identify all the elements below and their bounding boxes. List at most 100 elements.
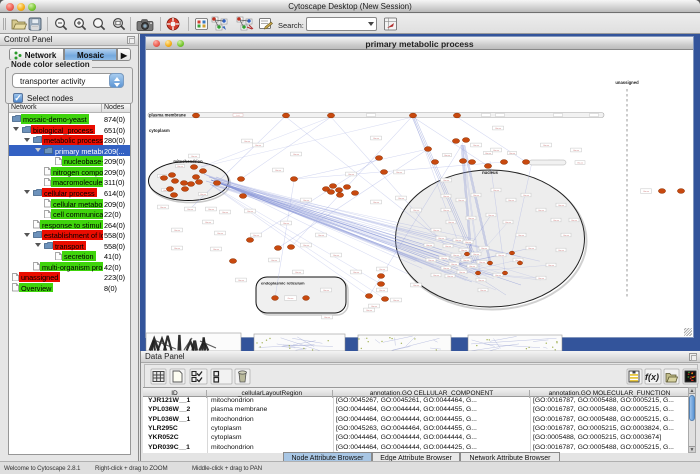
- svg-text:Gx-xx: Gx-xx: [523, 195, 530, 197]
- svg-text:Gx-xx: Gx-xx: [396, 172, 403, 174]
- svg-text:Gx-xx: Gx-xx: [366, 310, 373, 312]
- svg-text:Gx-xx: Gx-xx: [480, 290, 487, 292]
- svg-text:nucleus: nucleus: [482, 170, 498, 175]
- svg-text:Gx-xx: Gx-xx: [443, 210, 450, 212]
- svg-text:Gx-xx: Gx-xx: [577, 162, 584, 164]
- svg-text:Gx-xx: Gx-xx: [191, 156, 198, 158]
- svg-text:Gx-xx: Gx-xx: [571, 220, 578, 222]
- svg-text:Gx-xx: Gx-xx: [443, 196, 450, 198]
- svg-text:Gx-xx: Gx-xx: [558, 250, 565, 252]
- svg-text:Gx-xx: Gx-xx: [426, 245, 433, 247]
- svg-text:Gx-xx: Gx-xx: [187, 209, 194, 211]
- svg-text:Gx-xx: Gx-xx: [538, 278, 545, 280]
- svg-text:Gx-xx: Gx-xx: [271, 260, 278, 262]
- svg-text:Gx-xx: Gx-xx: [459, 272, 466, 274]
- svg-text:Gx-xx: Gx-xx: [473, 254, 480, 256]
- svg-text:Gx-xx: Gx-xx: [509, 153, 516, 155]
- svg-text:Gx-xx: Gx-xx: [451, 264, 458, 266]
- svg-text:Gx-xx: Gx-xx: [295, 272, 302, 274]
- svg-text:Gx-xx: Gx-xx: [379, 290, 386, 292]
- svg-text:Gx-xx: Gx-xx: [443, 180, 450, 182]
- svg-text:Gx-xx: Gx-xx: [333, 255, 340, 257]
- svg-text:Gx-xx: Gx-xx: [455, 240, 462, 242]
- svg-text:Gx-xx: Gx-xx: [505, 222, 512, 224]
- svg-text:Gx-xx: Gx-xx: [293, 154, 300, 156]
- svg-text:Gx-xx: Gx-xx: [303, 200, 310, 202]
- svg-text:Gx-xx: Gx-xx: [441, 258, 448, 260]
- svg-text:Gx-xx: Gx-xx: [200, 194, 207, 196]
- svg-text:Gx-xx: Gx-xx: [174, 230, 181, 232]
- svg-text:Gx-xx: Gx-xx: [373, 202, 380, 204]
- svg-text:Gx-xx: Gx-xx: [379, 269, 386, 271]
- svg-text:Gx-xx: Gx-xx: [213, 249, 220, 251]
- svg-text:Gx-xx: Gx-xx: [473, 145, 480, 147]
- svg-text:Gx-xx: Gx-xx: [433, 275, 440, 277]
- svg-text:Gx-xx: Gx-xx: [493, 150, 500, 152]
- svg-text:Gx-xx: Gx-xx: [433, 230, 440, 232]
- svg-text:Gx-xx: Gx-xx: [160, 207, 167, 209]
- svg-text:Gx-xx: Gx-xx: [465, 242, 472, 244]
- svg-text:Gx-xx: Gx-xx: [373, 138, 380, 140]
- svg-text:Gx-xx: Gx-xx: [428, 260, 435, 262]
- svg-text:Gx-xx: Gx-xx: [244, 141, 251, 143]
- svg-text:Gx-xx: Gx-xx: [255, 145, 262, 147]
- svg-text:Gx-xx: Gx-xx: [478, 280, 485, 282]
- svg-text:Gx-xx: Gx-xx: [445, 246, 452, 248]
- svg-text:Gx-xx: Gx-xx: [495, 275, 502, 277]
- svg-text:Gx-xx: Gx-xx: [303, 245, 310, 247]
- svg-text:Gx-xx: Gx-xx: [177, 166, 184, 168]
- svg-text:cytoplasm: cytoplasm: [149, 128, 170, 133]
- svg-text:unassigned: unassigned: [615, 80, 639, 85]
- svg-text:Gx-xx: Gx-xx: [288, 298, 295, 300]
- svg-text:Gx-xx: Gx-xx: [458, 200, 465, 202]
- svg-text:Gx-xx: Gx-xx: [543, 145, 550, 147]
- svg-text:Gx-xx: Gx-xx: [473, 195, 480, 197]
- svg-text:Gx-xx: Gx-xx: [413, 210, 420, 212]
- svg-text:Gx-xx: Gx-xx: [548, 265, 555, 267]
- svg-text:Gx-xx: Gx-xx: [453, 255, 460, 257]
- svg-text:Gx-xx: Gx-xx: [238, 280, 245, 282]
- svg-text:Gx-xx: Gx-xx: [558, 205, 565, 207]
- svg-text:Gx-xx: Gx-xx: [247, 211, 254, 213]
- svg-text:Gx-xx: Gx-xx: [324, 317, 331, 319]
- svg-text:Gx-xx: Gx-xx: [398, 198, 405, 200]
- svg-text:Gx-xx: Gx-xx: [469, 266, 476, 268]
- svg-text:Gx-xx: Gx-xx: [468, 218, 475, 220]
- svg-text:Gx-xx: Gx-xx: [413, 285, 420, 287]
- svg-text:Gx-xx: Gx-xx: [174, 248, 181, 250]
- svg-text:Gx-xx: Gx-xx: [283, 223, 290, 225]
- svg-text:Gx-xx: Gx-xx: [643, 191, 650, 193]
- svg-text:Gx-xx: Gx-xx: [205, 222, 212, 224]
- svg-text:Gx-xx: Gx-xx: [371, 306, 378, 308]
- svg-text:Gx-xx: Gx-xx: [488, 215, 495, 217]
- svg-text:Gx-xx: Gx-xx: [573, 150, 580, 152]
- svg-text:Gx-xx: Gx-xx: [563, 235, 570, 237]
- svg-text:Gx-xx: Gx-xx: [348, 174, 355, 176]
- svg-text:Gx-xx: Gx-xx: [481, 248, 488, 250]
- svg-text:Gx-xx: Gx-xx: [217, 233, 224, 235]
- svg-text:Gx-xx: Gx-xx: [275, 170, 282, 172]
- svg-text:Gx-xx: Gx-xx: [528, 248, 535, 250]
- svg-text:Gx-xx: Gx-xx: [222, 212, 229, 214]
- svg-text:Gx-xx: Gx-xx: [553, 220, 560, 222]
- svg-text:t--t: t--t: [237, 114, 240, 117]
- svg-text:Gx-xx: Gx-xx: [443, 268, 450, 270]
- svg-text:Gx-xx: Gx-xx: [318, 235, 325, 237]
- svg-text:plasma membrane: plasma membrane: [149, 113, 186, 118]
- svg-text:mitochondrion: mitochondrion: [173, 159, 203, 164]
- svg-text:Gx-xx: Gx-xx: [498, 255, 505, 257]
- svg-text:Gx-xx: Gx-xx: [479, 262, 486, 264]
- svg-text:Gx-xx: Gx-xx: [538, 210, 545, 212]
- svg-text:Gx-xx: Gx-xx: [208, 209, 215, 211]
- svg-text:Gx-xx: Gx-xx: [485, 153, 492, 155]
- svg-text:endoplasmic reticulum: endoplasmic reticulum: [261, 281, 305, 286]
- svg-text:Gx-xx: Gx-xx: [508, 200, 515, 202]
- svg-text:Gx-xx: Gx-xx: [495, 128, 502, 130]
- svg-text:Gx-xx: Gx-xx: [493, 190, 500, 192]
- svg-text:Gx-xx: Gx-xx: [444, 155, 451, 157]
- svg-text:Gx-xx: Gx-xx: [518, 235, 525, 237]
- svg-text:f(x): f(x): [645, 372, 659, 382]
- svg-text:Gx-xx: Gx-xx: [323, 290, 330, 292]
- svg-text:Gx-xx: Gx-xx: [353, 272, 360, 274]
- svg-text:Gx-xx: Gx-xx: [253, 235, 260, 237]
